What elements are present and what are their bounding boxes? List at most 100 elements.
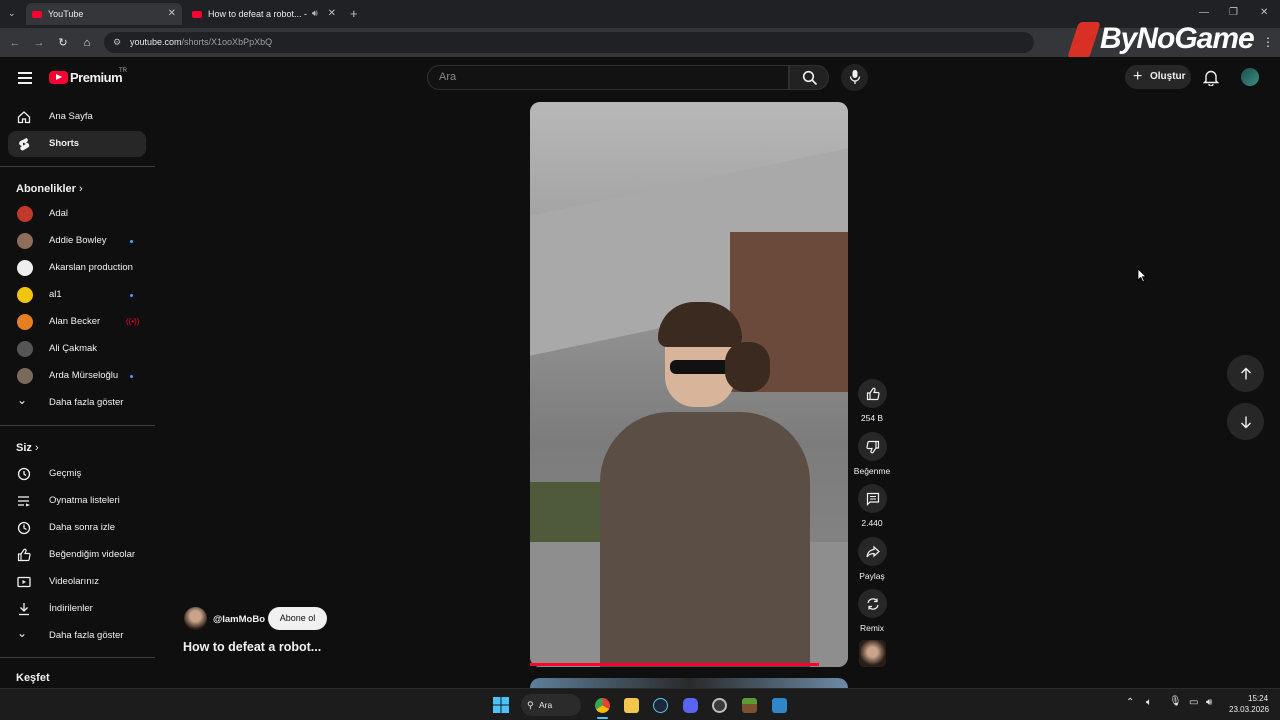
back-icon[interactable]: ← (7, 35, 23, 51)
taskbar-search[interactable]: ⚲ Ara (521, 694, 581, 716)
create-button[interactable]: Oluştur (1125, 65, 1191, 89)
comments-button[interactable] (858, 484, 887, 513)
channel-avatar (17, 314, 33, 330)
channel-avatar (17, 287, 33, 303)
microphone-tray-icon[interactable]: 🎙︎ (1169, 696, 1182, 707)
sidebar-item-subscription[interactable]: Alan Becker ((•)) (8, 309, 146, 335)
document-app-icon[interactable] (772, 698, 787, 713)
account-avatar[interactable] (1241, 68, 1259, 86)
channel-avatar[interactable] (184, 607, 207, 630)
clock-time[interactable]: 15:24 (1248, 694, 1268, 703)
share-button[interactable] (858, 537, 887, 566)
sidebar-item-subscription[interactable]: Akarslan production (8, 255, 146, 281)
clock-icon (17, 521, 31, 535)
active-app-indicator (597, 717, 608, 719)
chrome-alt-icon[interactable] (712, 698, 727, 713)
thumbs-up-icon (17, 548, 31, 562)
short-video-player[interactable] (530, 102, 848, 667)
close-window-icon[interactable]: ✕ (1260, 7, 1268, 18)
sidebar-item-downloads[interactable]: İndirilenler (8, 596, 146, 622)
subscriptions-show-more[interactable]: ⌄ Daha fazla göster (8, 390, 146, 416)
share-label: Paylaş (859, 571, 885, 581)
video-progress-bar[interactable] (530, 663, 820, 666)
video-frame (600, 412, 810, 667)
minecraft-icon[interactable] (742, 698, 757, 713)
notifications-bell-icon[interactable] (1203, 69, 1219, 86)
steam-icon[interactable] (653, 698, 668, 713)
tray-overflow-icon[interactable]: ⌃ (1126, 697, 1134, 708)
site-info-icon[interactable]: ⚙ (113, 32, 121, 53)
sidebar-item-watch-later[interactable]: Daha sonra izle (8, 515, 146, 541)
subscriptions-heading[interactable]: Abonelikler › (16, 183, 83, 195)
clock-date[interactable]: 23.03.2026 (1229, 705, 1269, 714)
reload-icon[interactable]: ↻ (55, 35, 71, 51)
chrome-icon[interactable] (595, 698, 610, 713)
chevron-right-icon: › (78, 183, 83, 195)
next-short-preview[interactable] (530, 678, 848, 688)
chevron-down-icon: ⌄ (17, 626, 28, 640)
share-icon (865, 545, 880, 557)
search-input[interactable]: Ara (427, 65, 789, 90)
discord-icon[interactable] (683, 698, 698, 713)
new-tab-button[interactable]: + (350, 6, 358, 21)
voice-search-button[interactable] (841, 64, 868, 91)
sidebar-item-subscription[interactable]: Adal (8, 201, 146, 227)
close-tab-icon[interactable]: ✕ (168, 8, 176, 19)
restore-icon[interactable]: ❐ (1229, 7, 1238, 18)
logo-text[interactable]: Premium (70, 70, 123, 85)
sound-thumbnail[interactable] (859, 640, 886, 667)
url-bar[interactable]: ⚙ youtube.com/shorts/X1ooXbPpXbQ (104, 32, 1034, 53)
tab-search-button[interactable]: ⌄ (8, 8, 16, 19)
sidebar-item-subscription[interactable]: Arda Mürseloğlu (8, 363, 146, 389)
sidebar-item-liked-videos[interactable]: Beğendiğim videolar (8, 542, 146, 568)
tab-short-video[interactable]: How to defeat a robot... - Yo 🔊︎ ✕ (186, 3, 342, 25)
windows-start-icon[interactable] (493, 697, 509, 713)
sidebar-item-your-videos[interactable]: Videolarınız (8, 569, 146, 595)
you-heading[interactable]: Siz › (16, 442, 39, 454)
sidebar-item-subscription[interactable]: Ali Çakmak (8, 336, 146, 362)
remix-button[interactable] (858, 589, 887, 618)
sidebar-item-subscription[interactable]: al1 (8, 282, 146, 308)
video-frame (670, 360, 730, 374)
file-explorer-icon[interactable] (624, 698, 639, 713)
previous-short-button[interactable] (1227, 355, 1264, 392)
you-show-more[interactable]: ⌄ Daha fazla göster (8, 623, 146, 649)
search-button[interactable] (789, 65, 829, 90)
audio-playing-icon[interactable]: 🔊︎ (312, 8, 318, 19)
tab-youtube[interactable]: YouTube ✕ (26, 3, 182, 25)
subscribe-button[interactable]: Abone ol (268, 607, 327, 630)
forward-icon[interactable]: → (31, 35, 47, 51)
channel-name[interactable]: @IamMoBo (213, 614, 265, 625)
sidebar-item-shorts[interactable]: Shorts (8, 131, 146, 157)
speaker-tray-icon[interactable]: 🔊︎ (1206, 697, 1212, 708)
new-content-dot (130, 240, 133, 243)
hamburger-menu-icon[interactable] (18, 72, 32, 87)
new-content-dot (130, 375, 133, 378)
remix-icon (866, 597, 879, 610)
dislike-button[interactable] (858, 432, 887, 461)
playlists-icon (18, 496, 30, 507)
sidebar-item-playlists[interactable]: Oynatma listeleri (8, 488, 146, 514)
your-videos-icon (17, 576, 31, 588)
search-icon (802, 70, 818, 86)
close-tab-icon[interactable]: ✕ (328, 8, 336, 19)
home-icon[interactable]: ⌂ (79, 35, 95, 51)
youtube-logo-icon[interactable] (49, 71, 68, 84)
volume-tray-icon[interactable]: 🔈︎ (1146, 697, 1152, 708)
mouse-cursor-icon (1137, 268, 1147, 283)
home-icon (17, 111, 31, 124)
comment-count: 2.440 (861, 518, 883, 528)
remix-label: Remix (859, 623, 885, 633)
browser-menu-icon[interactable]: ⋮ (1262, 35, 1274, 49)
sidebar-item-home[interactable]: Ana Sayfa (8, 104, 146, 130)
network-tray-icon[interactable]: ▭ (1189, 697, 1198, 708)
next-short-button[interactable] (1227, 403, 1264, 440)
sidebar-item-history[interactable]: Geçmiş (8, 461, 146, 487)
channel-avatar (17, 206, 33, 222)
sidebar-divider (0, 657, 155, 658)
like-button[interactable] (858, 379, 887, 408)
sidebar-item-subscription[interactable]: Addie Bowley (8, 228, 146, 254)
channel-avatar (17, 341, 33, 357)
search-icon: ⚲ (527, 700, 534, 710)
minimize-icon[interactable]: — (1199, 7, 1209, 18)
